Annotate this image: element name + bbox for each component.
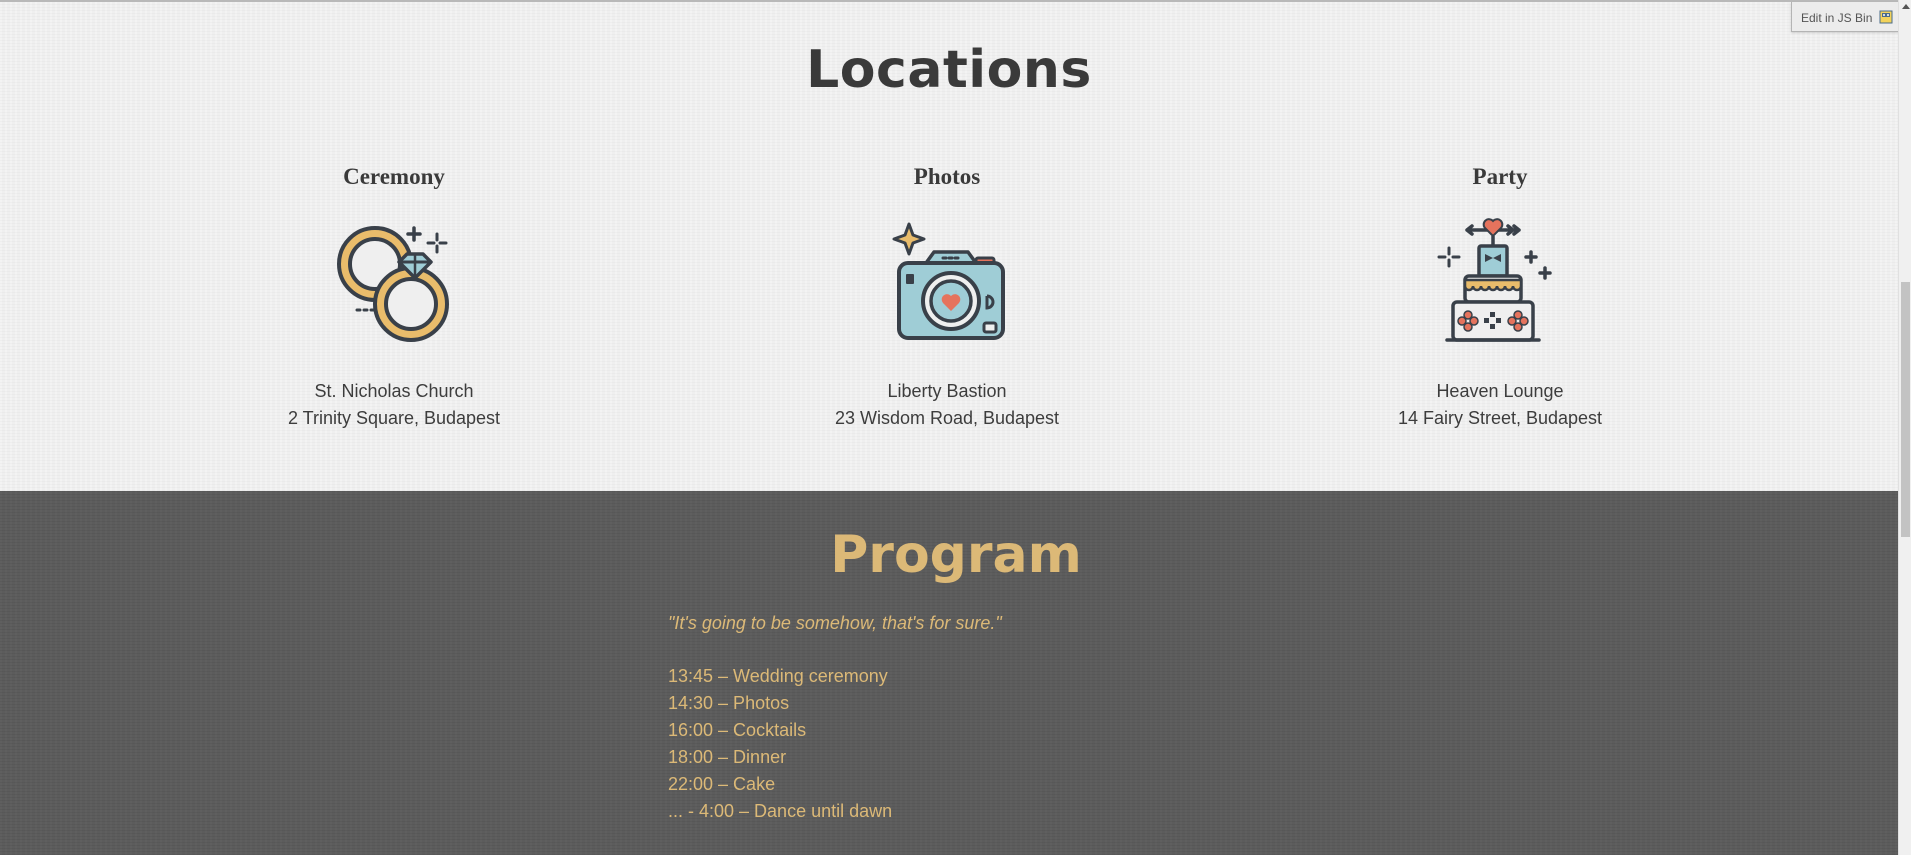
venue-photos: Photos Liberty Bastion 23 Wisdom Road, B… bbox=[747, 164, 1147, 432]
wedding-rings-icon bbox=[337, 226, 449, 342]
program-title: Program bbox=[830, 525, 1082, 585]
program-quote: "It's going to be somehow, that's for su… bbox=[668, 613, 1002, 633]
program-section: Program "It's going to be somehow, that'… bbox=[0, 491, 1898, 855]
page-scrollbar[interactable] bbox=[1898, 0, 1911, 855]
schedule-item: 22:00 – Cake bbox=[668, 774, 776, 794]
venue-party: Party Heaven Lounge 14 Fairy Street, Bud… bbox=[1300, 164, 1700, 432]
program-schedule: 13:45 – Wedding ceremony 14:30 – Photos … bbox=[668, 663, 892, 825]
wedding-cake-icon bbox=[1437, 218, 1552, 342]
venue-street: 14 Fairy Street, Budapest bbox=[1397, 408, 1603, 428]
camera-icon bbox=[892, 222, 1005, 340]
locations-section: Locations Ceremony St. Nicholas Church 2… bbox=[0, 0, 1898, 491]
jsbin-logo-icon bbox=[1879, 10, 1893, 24]
venue-ceremony: Ceremony St. Nicholas Church 2 Trinity S… bbox=[194, 164, 594, 432]
scrollbar-thumb[interactable] bbox=[1901, 282, 1910, 537]
schedule-item: 18:00 – Dinner bbox=[668, 747, 787, 767]
schedule-item: 14:30 – Photos bbox=[668, 693, 790, 713]
schedule-item: 16:00 – Cocktails bbox=[668, 720, 807, 740]
schedule-item: 13:45 – Wedding ceremony bbox=[668, 666, 888, 686]
venue-place: Heaven Lounge bbox=[1436, 381, 1564, 401]
venue-name: Photos bbox=[913, 164, 981, 189]
venue-address: St. Nicholas Church 2 Trinity Square, Bu… bbox=[194, 378, 594, 432]
venue-name: Ceremony bbox=[343, 164, 445, 189]
venue-street: 2 Trinity Square, Budapest bbox=[287, 408, 501, 428]
locations-title: Locations bbox=[806, 40, 1092, 100]
venue-street: 23 Wisdom Road, Budapest bbox=[834, 408, 1060, 428]
schedule-item: ... - 4:00 – Dance until dawn bbox=[668, 801, 893, 821]
venue-place: Liberty Bastion bbox=[887, 381, 1007, 401]
venue-address: Liberty Bastion 23 Wisdom Road, Budapest bbox=[747, 378, 1147, 432]
scroll-up-arrow-icon[interactable] bbox=[1902, 4, 1910, 9]
venue-name: Party bbox=[1472, 164, 1528, 189]
venue-place: St. Nicholas Church bbox=[314, 381, 474, 401]
edit-in-jsbin-button[interactable]: Edit in JS Bin bbox=[1791, 2, 1899, 32]
jsbin-label: Edit in JS Bin bbox=[1801, 11, 1873, 25]
venue-address: Heaven Lounge 14 Fairy Street, Budapest bbox=[1300, 378, 1700, 432]
